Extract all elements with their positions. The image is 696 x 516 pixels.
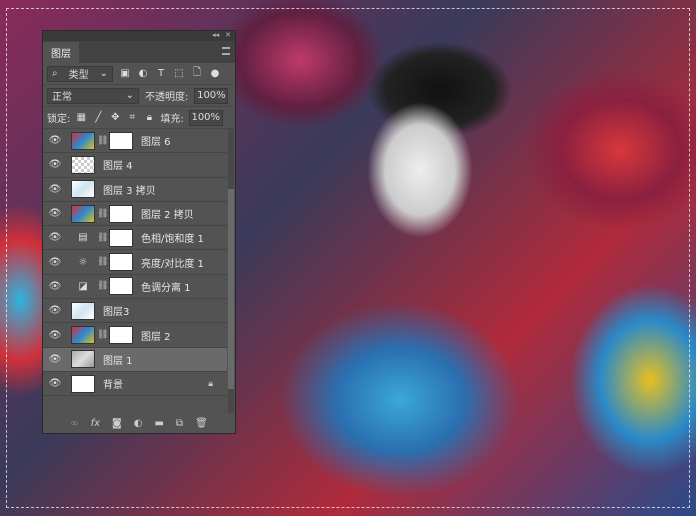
layer-mask-thumbnail[interactable] [109, 326, 133, 345]
lock-label: 锁定: [47, 114, 71, 125]
chain-link-icon[interactable]: ⛓︎ [97, 136, 108, 146]
blend-mode-select[interactable]: 正常 ⌄ [47, 87, 139, 104]
layer-thumbnail [71, 131, 95, 150]
visibility-eye-icon[interactable]: 👁︎ [43, 159, 67, 170]
scrollbar-thumb[interactable] [228, 189, 234, 389]
visibility-eye-icon[interactable]: 👁︎ [43, 184, 67, 195]
new-layer-icon[interactable]: ⧉ [176, 418, 183, 429]
shape-filter-icon[interactable]: ⬚ [173, 68, 185, 80]
opacity-input[interactable]: 100% [194, 87, 229, 104]
layer-row[interactable]: 👁︎ 图层3 [43, 299, 227, 324]
posterize-icon: ◪ [78, 280, 88, 292]
layer-mask-thumbnail[interactable] [109, 204, 133, 223]
chain-link-icon[interactable]: ⛓︎ [97, 281, 108, 291]
lock-all-icon[interactable]: 🔒︎ [143, 112, 155, 124]
layer-row[interactable]: 👁︎ ⛓︎ 图层 6 [43, 129, 227, 154]
layer-thumbnail [71, 374, 95, 393]
chain-link-icon[interactable]: ⛓︎ [97, 233, 108, 243]
fill-input[interactable]: 100% [188, 109, 223, 126]
layer-row[interactable]: 👁︎ ⛓︎ 图层 2 拷贝 [43, 202, 227, 227]
chain-link-icon[interactable]: ⛓︎ [97, 330, 108, 340]
layer-thumbnail [71, 350, 95, 369]
visibility-eye-icon[interactable]: 👁︎ [43, 281, 67, 292]
layer-thumbnail [71, 301, 95, 320]
filter-toggle-icon[interactable]: ● [209, 68, 221, 80]
layer-mask-thumbnail[interactable] [109, 253, 133, 272]
panel-footer: ∞ fx ◙ ◐ ▬ ⧉ 🗑︎ [43, 413, 235, 433]
layer-list: 👁︎ ⛓︎ 图层 6 👁︎ 图层 4 👁︎ 图层 3 拷贝 👁︎ ⛓︎ 图层 2 拷贝 👁︎ ▤ ⛓︎ 色… [43, 129, 227, 397]
layer-row[interactable]: 👁︎ ▤ ⛓︎ 色相/饱和度 1 [43, 226, 227, 251]
collapse-icon[interactable]: ◂◂ [212, 31, 219, 41]
chain-link-icon[interactable]: ⛓︎ [97, 209, 108, 219]
lock-artboard-icon[interactable]: ⌗ [126, 112, 138, 124]
new-group-icon[interactable]: ▬ [154, 418, 163, 429]
layer-name[interactable]: 亮度/对比度 1 [141, 255, 204, 270]
layer-name[interactable]: 背景 [103, 376, 123, 391]
layer-row[interactable]: 👁︎ 图层 3 拷贝 [43, 178, 227, 202]
add-mask-icon[interactable]: ◙ [112, 418, 122, 429]
chain-link-icon[interactable]: ⛓︎ [97, 257, 108, 267]
brightness-contrast-icon: ☼ [78, 256, 88, 268]
opacity-label: 不透明度: [145, 92, 189, 103]
layer-name[interactable]: 图层 6 [141, 133, 171, 148]
visibility-eye-icon[interactable]: 👁︎ [43, 257, 67, 268]
visibility-eye-icon[interactable]: 👁︎ [43, 135, 67, 146]
layer-thumbnail [71, 204, 95, 223]
type-filter-icon[interactable]: T [155, 68, 167, 80]
search-icon: ⌕ [52, 68, 58, 79]
layer-name[interactable]: 色相/饱和度 1 [141, 230, 204, 245]
layer-name[interactable]: 图层 1 [103, 352, 133, 367]
layer-row[interactable]: 👁︎ ◪ ⛓︎ 色调分离 1 [43, 275, 227, 300]
visibility-eye-icon[interactable]: 👁︎ [43, 232, 67, 243]
layer-thumbnail [71, 155, 95, 174]
layer-row[interactable]: 👁︎ ⛓︎ 图层 2 [43, 323, 227, 348]
layer-mask-thumbnail[interactable] [109, 228, 133, 247]
layer-thumbnail [71, 180, 95, 199]
layer-mask-thumbnail[interactable] [109, 277, 133, 296]
layer-name[interactable]: 色调分离 1 [141, 279, 191, 294]
visibility-eye-icon[interactable]: 👁︎ [43, 330, 67, 341]
filter-kind-select[interactable]: ⌕ 类型 ⌄ [47, 65, 113, 82]
hue-saturation-icon: ▤ [78, 232, 88, 244]
lock-image-icon[interactable]: ╱ [92, 112, 104, 124]
fx-icon[interactable]: fx [91, 418, 100, 429]
delete-icon[interactable]: 🗑︎ [195, 418, 208, 429]
layer-thumbnail [71, 326, 95, 345]
lock-icon: 🔒︎ [208, 378, 213, 389]
layer-row[interactable]: 👁︎ 图层 4 [43, 153, 227, 178]
layer-row[interactable]: 👁︎ 图层 1 [43, 347, 227, 372]
visibility-eye-icon[interactable]: 👁︎ [43, 305, 67, 316]
close-icon[interactable]: ✕ [225, 31, 231, 41]
layer-mask-thumbnail[interactable] [109, 131, 133, 150]
lock-position-icon[interactable]: ✥ [109, 112, 121, 124]
layer-name[interactable]: 图层 2 拷贝 [141, 206, 194, 221]
adjustment-filter-icon[interactable]: ◐ [137, 68, 149, 80]
tab-layers[interactable]: 图层 [43, 42, 79, 63]
visibility-eye-icon[interactable]: 👁︎ [43, 354, 67, 365]
layer-name[interactable]: 图层3 [103, 303, 129, 318]
image-filter-icon[interactable]: ▣ [119, 68, 131, 80]
layer-name[interactable]: 图层 3 拷贝 [103, 182, 156, 197]
layer-name[interactable]: 图层 2 [141, 328, 171, 343]
layer-row[interactable]: 👁︎ ☼ ⛓︎ 亮度/对比度 1 [43, 250, 227, 275]
chevron-down-icon: ⌄ [99, 68, 108, 79]
visibility-eye-icon[interactable]: 👁︎ [43, 208, 67, 219]
layer-row[interactable]: 👁︎ 背景 🔒︎ [43, 372, 227, 397]
link-layers-icon[interactable]: ∞ [70, 418, 78, 429]
fill-label: 填充: [160, 114, 184, 125]
adjustment-layer-icon[interactable]: ◐ [134, 418, 143, 429]
scrollbar[interactable] [228, 129, 234, 422]
layer-name[interactable]: 图层 4 [103, 157, 133, 172]
smart-object-filter-icon[interactable]: 🗋 [191, 67, 203, 80]
chevron-down-icon: ⌄ [125, 90, 134, 101]
layers-panel: ◂◂ ✕ 图层 ⌕ 类型 ⌄ ▣ ◐ T ⬚ 🗋 ● 正常 ⌄ 不透明度: 100% 锁… [42, 30, 236, 434]
visibility-eye-icon[interactable]: 👁︎ [43, 378, 67, 389]
lock-transparent-icon[interactable]: ▦ [75, 112, 87, 124]
panel-menu-icon[interactable] [222, 47, 230, 55]
